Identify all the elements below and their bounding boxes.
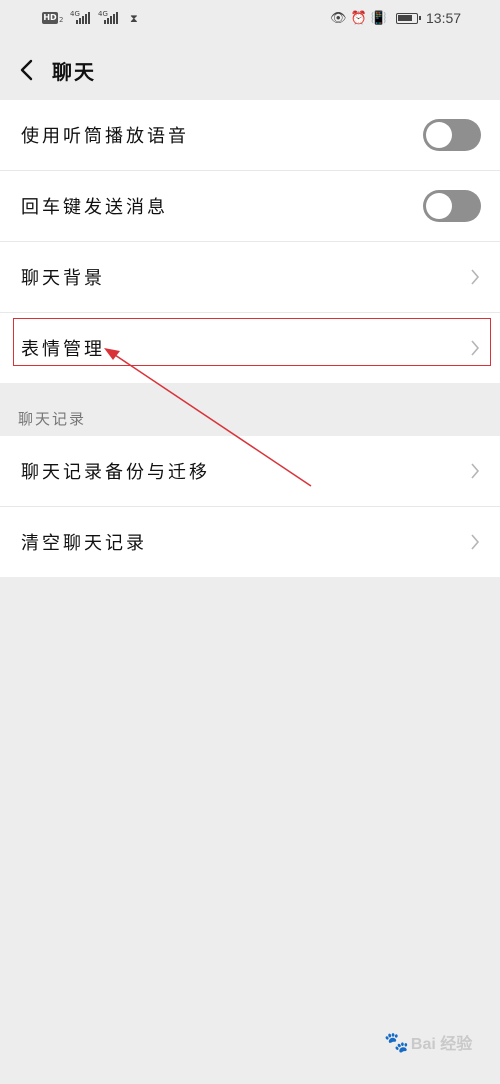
- annotation-arrow: [104, 348, 312, 487]
- paw-logo-icon: 🐾: [384, 1032, 409, 1054]
- baidu-jingyan-watermark: 🐾 Bai 经验: [384, 1030, 472, 1055]
- watermark-text: Bai 经验: [410, 1036, 473, 1053]
